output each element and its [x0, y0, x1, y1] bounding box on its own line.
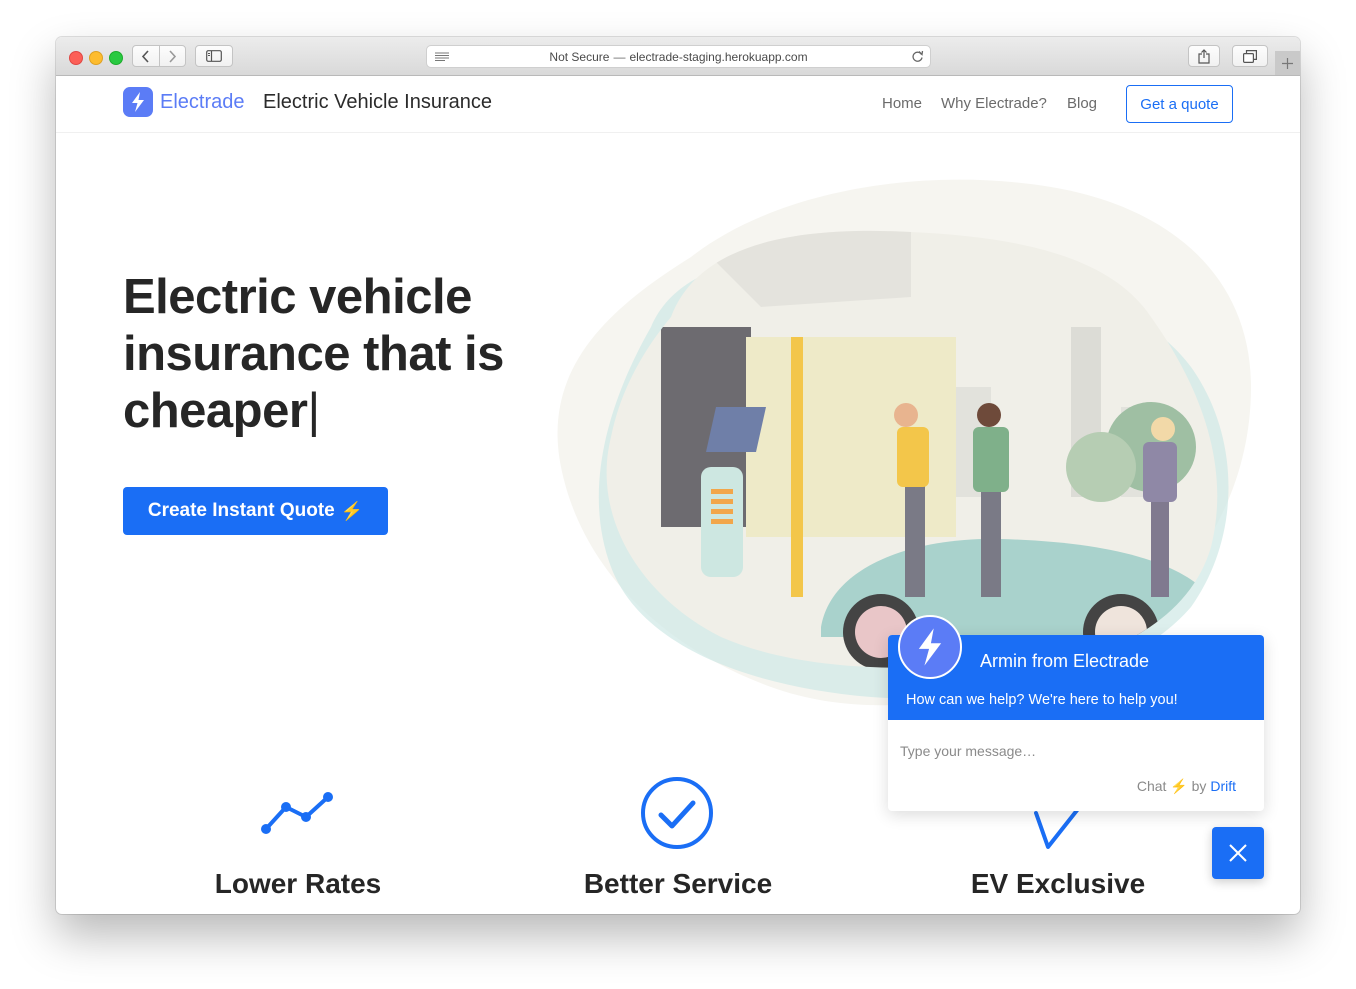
- share-button[interactable]: [1188, 45, 1220, 67]
- chat-credit: Chat ⚡ by Drift: [1137, 778, 1236, 795]
- show-tabs-button[interactable]: [1232, 45, 1268, 67]
- electrade-logo[interactable]: [123, 87, 153, 117]
- chat-credit-label: Chat: [1136, 778, 1167, 794]
- tabs-overview-icon: [1243, 49, 1257, 63]
- hero-headline: Electric vehicle insurance that is cheap…: [123, 269, 543, 440]
- plus-icon: [1282, 57, 1293, 69]
- chat-credit-by: by: [1191, 778, 1207, 794]
- chat-header: Armin from Electrade How can we help? We…: [888, 615, 1264, 720]
- close-icon: [1229, 844, 1247, 862]
- typing-cursor: |: [307, 384, 320, 438]
- minimize-window-button[interactable]: [89, 51, 103, 65]
- share-icon: [1198, 48, 1210, 64]
- cta-label: Create Instant Quote: [147, 500, 335, 521]
- browser-window: Not Secure — electrade-staging.herokuapp.c…: [56, 37, 1300, 914]
- browser-toolbar: Not Secure — electrade-staging.herokuapp.c…: [56, 37, 1300, 76]
- agent-avatar: [898, 615, 962, 679]
- sidebar-icon: [206, 50, 222, 62]
- nav-link-blog[interactable]: Blog: [1067, 95, 1097, 112]
- brand-name[interactable]: Electrade: [160, 91, 245, 114]
- zoom-window-button[interactable]: [109, 51, 123, 65]
- chevron-right-icon: [169, 49, 176, 63]
- security-label: Not Secure: [549, 49, 610, 64]
- chat-close-button[interactable]: [1212, 827, 1264, 879]
- url-text: Not Secure — electrade-staging.herokuapp.c…: [549, 50, 807, 64]
- feature-title-ev-exclusive: EV Exclusive: [970, 868, 1146, 899]
- check-circle-icon: [641, 777, 713, 849]
- chat-subtitle: How can we help? We're here to help you!: [906, 692, 1178, 708]
- forward-button[interactable]: [160, 46, 186, 66]
- lightning-icon: [1034, 807, 1080, 849]
- drift-chat-widget: Armin from Electrade How can we help? We…: [888, 615, 1264, 811]
- nav-link-home[interactable]: Home: [882, 95, 922, 112]
- history-nav-group: [132, 45, 186, 67]
- chat-agent-name: Armin from Electrade: [980, 651, 1150, 671]
- reader-view-icon[interactable]: [435, 52, 449, 62]
- bolt-emoji-icon: ⚡: [1170, 778, 1188, 794]
- close-window-button[interactable]: [69, 51, 83, 65]
- chat-message-input[interactable]: [900, 743, 1240, 759]
- trend-line-icon: [261, 792, 333, 834]
- lightning-logo-icon: [132, 92, 144, 112]
- feature-title-lower-rates: Lower Rates: [214, 868, 382, 899]
- back-button[interactable]: [133, 46, 159, 66]
- url-separator: —: [613, 49, 626, 64]
- chevron-left-icon: [142, 49, 149, 63]
- sidebar-button[interactable]: [195, 45, 233, 67]
- create-instant-quote-button[interactable]: Create Instant Quote ⚡: [123, 487, 388, 535]
- feature-title-better-service: Better Service: [583, 868, 773, 899]
- reload-icon[interactable]: [911, 50, 924, 63]
- address-bar[interactable]: Not Secure — electrade-staging.herokuapp.c…: [426, 45, 931, 68]
- bolt-emoji-icon: ⚡: [340, 500, 364, 521]
- get-a-quote-button[interactable]: Get a quote: [1126, 85, 1233, 123]
- site-header: Electrade Electric Vehicle Insurance Hom…: [56, 76, 1300, 133]
- lightning-avatar-icon: [918, 628, 942, 666]
- url-host: electrade-staging.herokuapp.com: [629, 49, 808, 64]
- drift-link[interactable]: Drift: [1210, 778, 1236, 794]
- new-tab-button[interactable]: [1275, 51, 1300, 75]
- nav-link-why-electrade[interactable]: Why Electrade?: [941, 95, 1047, 112]
- site-tagline: Electric Vehicle Insurance: [263, 91, 493, 113]
